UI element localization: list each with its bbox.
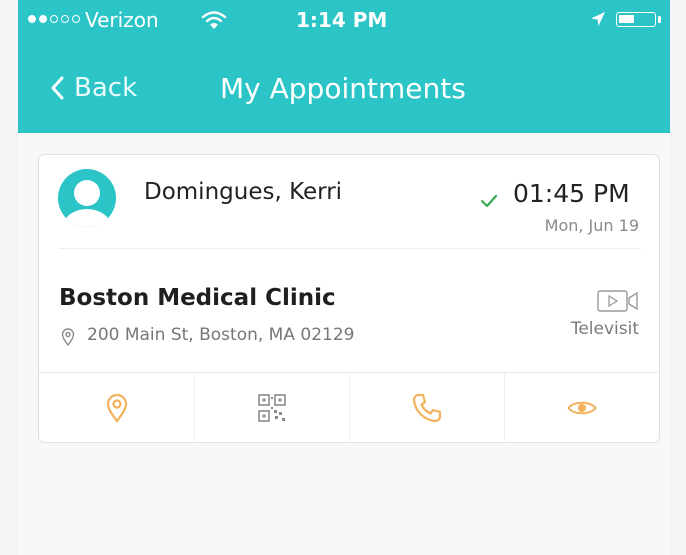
back-button[interactable]: Back (50, 70, 137, 106)
page-title: My Appointments (220, 72, 466, 105)
appointment-card[interactable]: Domingues, Kerri 01:45 PM Mon, Jun 19 Bo… (38, 154, 660, 443)
location-arrow-icon (591, 12, 605, 26)
phone-icon (412, 393, 442, 423)
visit-type-label: Televisit (570, 319, 639, 339)
qr-code-icon (258, 394, 286, 422)
patient-name: Domingues, Kerri (144, 179, 343, 205)
map-pin-icon (61, 328, 75, 346)
view-details-button[interactable] (504, 373, 659, 443)
wifi-icon (201, 11, 227, 29)
appointment-time: 01:45 PM (513, 179, 630, 208)
qr-code-button[interactable] (194, 373, 349, 443)
map-pin-icon (106, 393, 127, 423)
status-time: 1:14 PM (296, 8, 388, 32)
battery-tip (658, 16, 661, 23)
back-button-label: Back (74, 73, 138, 103)
header-bar: Verizon 1:14 PM Back My Appointments (18, 0, 670, 133)
clinic-name: Boston Medical Clinic (59, 285, 336, 311)
call-button[interactable] (349, 373, 504, 443)
screen: Verizon 1:14 PM Back My Appointments Dom… (0, 0, 686, 555)
card-divider (59, 248, 641, 249)
clinic-address: 200 Main St, Boston, MA 02129 (87, 325, 355, 345)
appointment-date: Mon, Jun 19 (544, 216, 639, 235)
user-avatar-icon (58, 169, 116, 227)
battery-icon (616, 12, 656, 27)
action-bar (39, 373, 659, 443)
directions-button[interactable] (39, 373, 194, 443)
left-margin (0, 0, 18, 555)
chevron-left-icon (51, 76, 64, 100)
check-icon (480, 194, 498, 208)
carrier-name: Verizon (85, 8, 159, 32)
right-margin (670, 0, 686, 555)
video-camera-icon (597, 290, 638, 312)
status-bar: Verizon 1:14 PM (18, 0, 670, 40)
eye-icon (567, 401, 597, 415)
signal-strength-icon (28, 15, 80, 23)
app-screen: Verizon 1:14 PM Back My Appointments Dom… (18, 0, 670, 555)
